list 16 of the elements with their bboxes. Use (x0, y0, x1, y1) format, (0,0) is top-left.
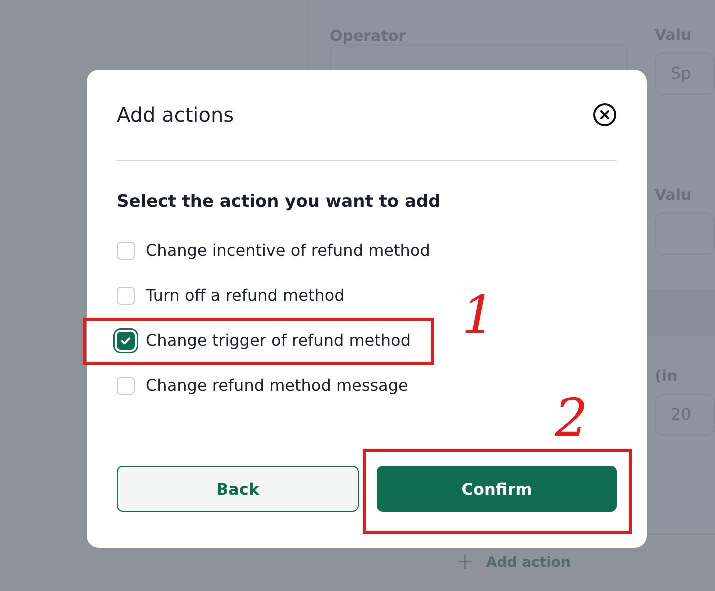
annotation-number: 2 (555, 393, 588, 445)
close-icon[interactable] (593, 103, 617, 127)
checkbox[interactable] (117, 332, 135, 350)
check-icon (120, 334, 132, 346)
checkbox[interactable] (117, 286, 135, 304)
annotation-number: 1 (462, 290, 496, 342)
option-label[interactable]: Change refund method message (146, 376, 408, 395)
option-label[interactable]: Change incentive of refund method (146, 241, 430, 260)
dialog-subtitle: Select the action you want to add (117, 192, 442, 212)
back-button[interactable]: Back (117, 466, 359, 512)
confirm-button[interactable]: Confirm (377, 466, 617, 512)
checkbox[interactable] (117, 376, 135, 394)
option-label[interactable]: Turn off a refund method (146, 286, 345, 305)
dialog-title: Add actions (117, 103, 234, 127)
option-label[interactable]: Change trigger of refund method (146, 331, 411, 350)
checkbox[interactable] (117, 242, 135, 260)
